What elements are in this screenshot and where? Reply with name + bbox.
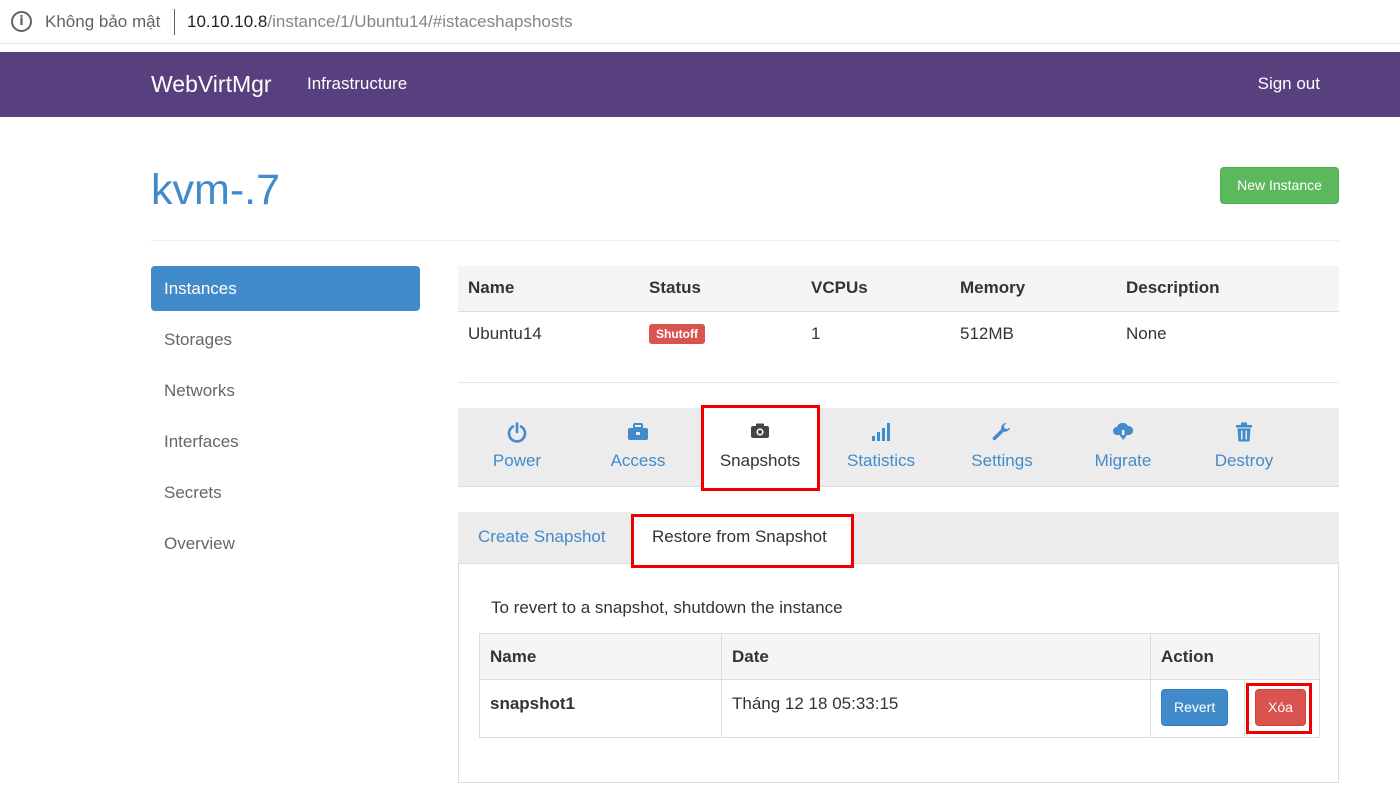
tab-power-label: Power	[492, 451, 542, 470]
table-header-row: Name Status VCPUs Memory Description	[458, 266, 1339, 312]
instance-action-tabs: Power Access Snapshots Statistics Settin…	[458, 408, 1339, 487]
highlight-box-snapshots	[701, 405, 820, 491]
snapshot-subtabs: Create Snapshot Restore from Snapshot	[458, 512, 1339, 564]
tab-access[interactable]: Access	[579, 408, 697, 487]
tab-migrate-label: Migrate	[1094, 451, 1152, 470]
sidebar-item-secrets[interactable]: Secrets	[151, 470, 420, 515]
briefcase-icon	[579, 422, 697, 446]
tab-migrate[interactable]: Migrate	[1064, 408, 1182, 487]
revert-cell: Revert	[1150, 679, 1245, 738]
signal-bars-icon	[822, 422, 940, 446]
table-header-row: Name Date Action	[479, 633, 1320, 680]
top-navbar: WebVirtMgr Infrastructure Sign out	[0, 52, 1400, 117]
snapshot-table: Name Date Action snapshot1 Tháng 12 18 0…	[479, 633, 1320, 738]
restore-panel: To revert to a snapshot, shutdown the in…	[458, 564, 1339, 783]
tab-settings-label: Settings	[971, 451, 1033, 470]
tab-settings[interactable]: Settings	[943, 408, 1061, 487]
header-divider	[151, 240, 1339, 241]
highlight-box-restore	[631, 514, 854, 568]
nav-infrastructure[interactable]: Infrastructure	[307, 74, 407, 94]
info-icon[interactable]: i	[11, 11, 32, 32]
column-header-vcpus: VCPUs	[801, 266, 950, 312]
tab-statistics-label: Statistics	[846, 451, 916, 470]
highlight-box-delete	[1246, 683, 1312, 734]
column-header-status: Status	[639, 266, 801, 312]
sidebar-item-overview[interactable]: Overview	[151, 521, 420, 566]
tab-destroy-label: Destroy	[1214, 451, 1274, 470]
address-separator	[174, 9, 175, 35]
table-row: snapshot1 Tháng 12 18 05:33:15 Revert Xó…	[479, 679, 1320, 738]
sidebar-item-interfaces[interactable]: Interfaces	[151, 419, 420, 464]
sidebar: Instances Storages Networks Interfaces S…	[151, 266, 420, 572]
tab-create-snapshot[interactable]: Create Snapshot	[458, 512, 632, 564]
status-badge: Shutoff	[649, 324, 705, 345]
cloud-download-icon	[1064, 422, 1182, 446]
tab-destroy[interactable]: Destroy	[1185, 408, 1303, 487]
column-header-memory: Memory	[950, 266, 1116, 312]
url-host: 10.10.10.8	[187, 12, 268, 31]
instance-name: Ubuntu14	[468, 323, 542, 343]
sidebar-item-instances[interactable]: Instances	[151, 266, 420, 311]
url-path: /instance/1/Ubuntu14/#istaceshapshosts	[267, 12, 573, 31]
sign-out-link[interactable]: Sign out	[1258, 74, 1320, 94]
new-instance-button[interactable]: New Instance	[1220, 167, 1339, 204]
instance-vcpus: 1	[811, 323, 821, 343]
snapshot-date: Tháng 12 18 05:33:15	[721, 679, 1151, 738]
tab-statistics[interactable]: Statistics	[822, 408, 940, 487]
instance-description: None	[1126, 323, 1167, 343]
tab-access-label: Access	[610, 451, 666, 470]
url-text[interactable]: 10.10.10.8/instance/1/Ubuntu14/#istacesh…	[187, 12, 573, 32]
sidebar-item-networks[interactable]: Networks	[151, 368, 420, 413]
column-header-action: Action	[1150, 633, 1320, 680]
snapshot-name: snapshot1	[479, 679, 722, 738]
page-title: kvm-.7	[151, 166, 280, 214]
column-header-description: Description	[1116, 266, 1339, 312]
instance-divider	[458, 382, 1339, 383]
revert-note: To revert to a snapshot, shutdown the in…	[491, 598, 843, 617]
revert-button[interactable]: Revert	[1161, 689, 1229, 726]
column-header-name: Name	[458, 266, 639, 312]
browser-address-bar[interactable]: i Không bảo mật 10.10.10.8/instance/1/Ub…	[0, 0, 1400, 44]
table-row: Ubuntu14 Shutoff 1 512MB None	[458, 311, 1339, 356]
trash-icon	[1185, 422, 1303, 446]
security-label: Không bảo mật	[45, 12, 161, 31]
column-header-name: Name	[479, 633, 722, 680]
power-icon	[458, 422, 576, 446]
instance-memory: 512MB	[960, 323, 1014, 343]
sidebar-item-storages[interactable]: Storages	[151, 317, 420, 362]
column-header-date: Date	[721, 633, 1151, 680]
brand-link[interactable]: WebVirtMgr	[151, 71, 272, 98]
wrench-icon	[943, 422, 1061, 446]
instance-status-cell: Shutoff	[639, 311, 801, 356]
instance-table: Name Status VCPUs Memory Description Ubu…	[458, 266, 1339, 356]
tab-power[interactable]: Power	[458, 408, 576, 487]
